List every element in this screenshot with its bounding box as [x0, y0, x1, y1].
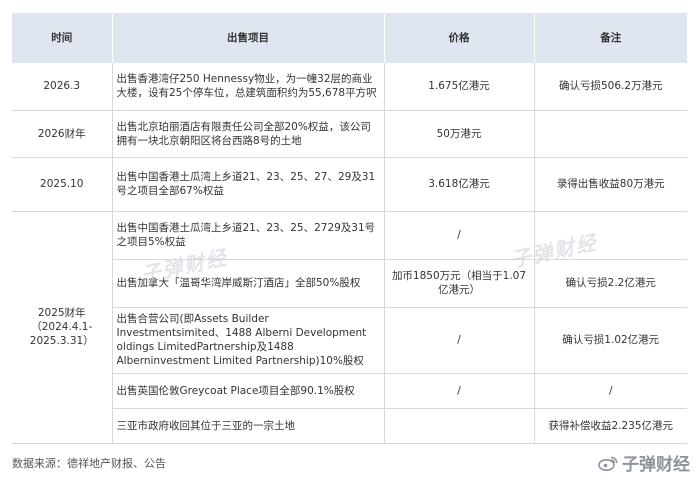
cell-price: 50万港元 — [384, 110, 535, 158]
cell-price — [384, 408, 535, 444]
cell-price: 加币1850万元（相当于1.07亿港元） — [384, 259, 535, 308]
weibo-icon — [598, 455, 618, 471]
cell-price: / — [384, 373, 535, 409]
cell-price: 3.618亿港元 — [384, 157, 535, 212]
cell-time: 2026财年 — [12, 110, 113, 158]
brand-name: 子弹财经 — [622, 455, 690, 475]
cell-item: 出售英国伦敦Greycoat Place项目全部90.1%股权 — [112, 373, 385, 409]
cell-item: 出售中国香港土瓜湾上乡道21、23、25、27、29及31号之项目全部67%权益 — [112, 157, 385, 212]
cell-item: 出售香港湾仔250 Hennessy物业，为一幢32层的商业大楼，设有25个停车… — [112, 63, 385, 111]
table-row: 2026财年 出售北京珀丽酒店有限责任公司全部20%权益，该公司拥有一块北京朝阳… — [12, 110, 687, 158]
cell-price: / — [384, 307, 535, 374]
cell-time: 2026.3 — [12, 63, 113, 111]
table-row: 三亚市政府收回其位于三亚的一宗土地 获得补偿收益2.235亿港元 — [12, 408, 687, 444]
table-row: 2026.3 出售香港湾仔250 Hennessy物业，为一幢32层的商业大楼，… — [12, 63, 687, 111]
brand-logo: 子弹财经 — [598, 450, 690, 475]
cell-note: 获得补偿收益2.235亿港元 — [534, 408, 687, 444]
table-row: 出售英国伦敦Greycoat Place项目全部90.1%股权 / / — [12, 373, 687, 409]
cell-note: 确认亏损506.2万港元 — [534, 63, 687, 111]
table-header-row: 时间 出售项目 价格 备注 — [12, 13, 687, 63]
cell-time: 2025财年 （2024.4.1- 2025.3.31） — [12, 211, 113, 444]
cell-item: 出售合营公司(即Assets Builder Investmentsimited… — [112, 307, 385, 374]
header-price: 价格 — [384, 13, 535, 63]
cell-price: 1.675亿港元 — [384, 63, 535, 111]
cell-item: 出售中国香港土瓜湾上乡道21、23、25、2729及31号之项目5%权益 — [112, 211, 385, 260]
cell-note: 确认亏损2.2亿港元 — [534, 259, 687, 308]
header-time: 时间 — [12, 13, 113, 63]
cell-note — [534, 110, 687, 158]
source-note: 数据来源：德祥地产财报、公告 — [12, 457, 166, 470]
cell-item: 三亚市政府收回其位于三亚的一宗土地 — [112, 408, 385, 444]
table-row: 出售合营公司(即Assets Builder Investmentsimited… — [12, 307, 687, 374]
cell-item: 出售北京珀丽酒店有限责任公司全部20%权益，该公司拥有一块北京朝阳区将台西路8号… — [112, 110, 385, 158]
cell-note: / — [534, 373, 687, 409]
header-item: 出售项目 — [112, 13, 385, 63]
cell-note: 确认亏损1.02亿港元 — [534, 307, 687, 374]
header-note: 备注 — [534, 13, 687, 63]
table-row: 2025.10 出售中国香港土瓜湾上乡道21、23、25、27、29及31号之项… — [12, 157, 687, 212]
cell-note: 录得出售收益80万港元 — [534, 157, 687, 212]
table-row: 出售加拿大「温哥华湾岸威斯汀酒店」全部50%股权 加币1850万元（相当于1.0… — [12, 259, 687, 308]
cell-time: 2025.10 — [12, 157, 113, 212]
